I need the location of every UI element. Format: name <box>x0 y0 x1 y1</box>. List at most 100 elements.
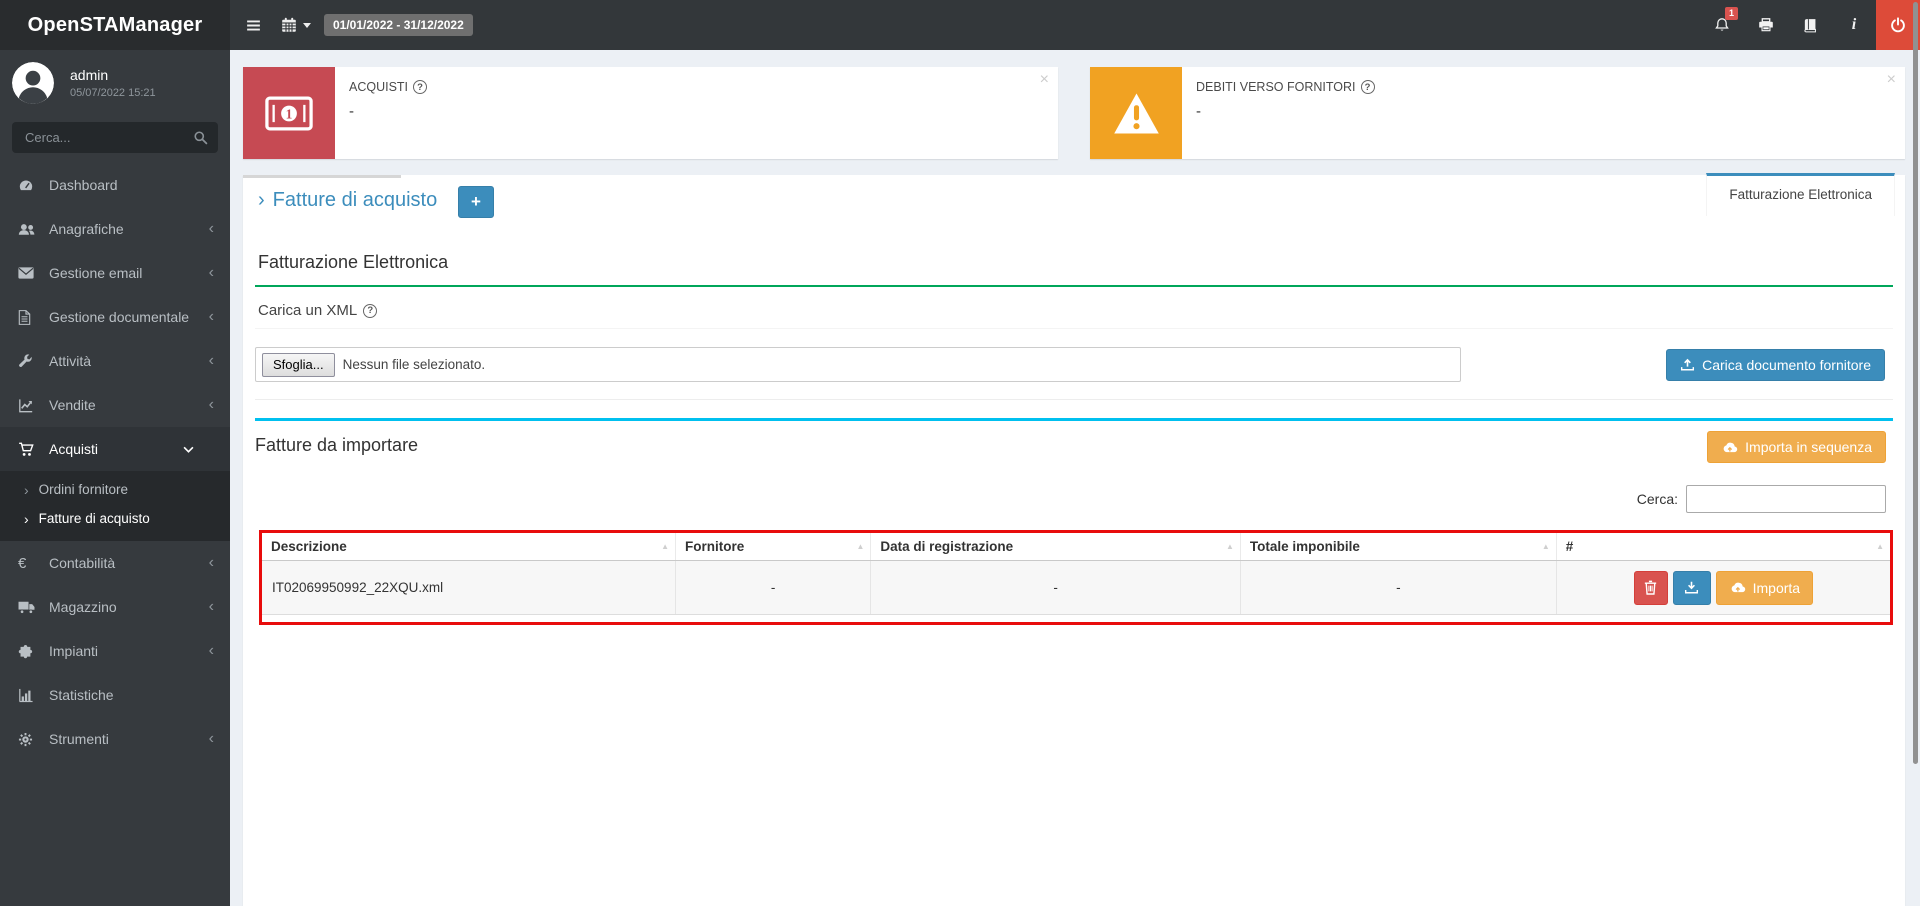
sidebar-item-vendite[interactable]: Vendite ‹ <box>0 383 230 427</box>
upload-button-label: Carica documento fornitore <box>1702 356 1871 373</box>
cell-fornitore: - <box>675 560 872 615</box>
topbar-right: 1 i <box>1700 0 1920 50</box>
caret-down-icon <box>302 20 312 30</box>
warning-icon <box>1090 67 1182 159</box>
notifications-button[interactable]: 1 <box>1700 0 1744 50</box>
upload-supplier-doc-button[interactable]: Carica documento fornitore <box>1666 348 1885 381</box>
close-icon[interactable]: × <box>1887 71 1896 89</box>
sidebar-item-strumenti[interactable]: Strumenti ‹ <box>0 717 230 761</box>
info-box-debiti: DEBITI VERSO FORNITORI ? - × <box>1090 67 1905 159</box>
import-section: Fatture da importare Importa in sequenza… <box>255 418 1893 625</box>
close-icon[interactable]: × <box>1040 71 1049 89</box>
envelope-icon <box>18 267 42 279</box>
table-search-input[interactable] <box>1686 485 1886 513</box>
sidebar-item-magazzino[interactable]: Magazzino ‹ <box>0 585 230 629</box>
calendar-button[interactable] <box>277 0 316 50</box>
trash-icon <box>1644 580 1657 595</box>
chevron-down-icon <box>183 446 207 453</box>
date-range-badge[interactable]: 01/01/2022 - 31/12/2022 <box>324 14 473 36</box>
upload-icon <box>1680 357 1695 372</box>
import-sequence-button[interactable]: Importa in sequenza <box>1707 431 1886 463</box>
invoices-table: Descrizione ▲ Fornitore ▲ Data di registra… <box>262 533 1890 615</box>
topbar: OpenSTAManager 01/01/2022 - 31/12/2022 1… <box>0 0 1920 50</box>
column-header-data-registrazione[interactable]: Data di registrazione ▲ <box>870 533 1241 561</box>
cell-descrizione: IT02069950992_22XQU.xml <box>262 560 676 615</box>
column-header-actions[interactable]: # ▲ <box>1556 533 1890 561</box>
sidebar-item-label: Statistiche <box>49 687 114 703</box>
money-bill-icon: 1 <box>243 67 335 159</box>
truck-icon <box>18 601 42 614</box>
chevron-left-icon: ‹ <box>208 264 214 281</box>
docs-button[interactable] <box>1788 0 1832 50</box>
table-filter: Cerca: <box>255 485 1893 513</box>
highlighted-table: Descrizione ▲ Fornitore ▲ Data di registra… <box>259 530 1893 625</box>
column-header-fornitore[interactable]: Fornitore ▲ <box>675 533 872 561</box>
sidebar-item-label: Contabilità <box>49 555 116 571</box>
help-icon[interactable]: ? <box>1360 80 1375 94</box>
tab-fatturazione-elettronica[interactable]: Fatturazione Elettronica <box>1706 173 1895 216</box>
sidebar-item-attivita[interactable]: Attività ‹ <box>0 339 230 383</box>
sidebar-item-label: Gestione email <box>49 265 143 281</box>
help-icon[interactable]: ? <box>363 303 378 318</box>
page-title-text: Fatture di acquisto <box>272 189 438 211</box>
sort-icon: ▲ <box>1876 542 1884 551</box>
help-icon[interactable]: ? <box>413 80 428 94</box>
search-icon[interactable] <box>193 130 208 145</box>
table-header-row: Descrizione ▲ Fornitore ▲ Data di registra… <box>262 533 1890 561</box>
sidebar-item-acquisti[interactable]: Acquisti <box>0 427 230 471</box>
wrench-icon <box>18 353 42 369</box>
download-button[interactable] <box>1672 570 1711 605</box>
upload-title-text: Carica un XML <box>258 302 358 319</box>
topbar-left: 01/01/2022 - 31/12/2022 <box>230 0 473 50</box>
chevron-left-icon: ‹ <box>208 598 214 615</box>
file-input[interactable]: Sfoglia... Nessun file selezionato. <box>255 347 1461 382</box>
browse-button[interactable]: Sfoglia... <box>262 352 335 377</box>
info-icon: i <box>1851 16 1857 33</box>
submenu-item-ordini-fornitore[interactable]: › Ordini fornitore <box>0 475 230 504</box>
printer-icon <box>1758 17 1774 33</box>
column-header-descrizione[interactable]: Descrizione ▲ <box>262 533 676 561</box>
import-row-button[interactable]: Importa <box>1715 570 1814 605</box>
gauge-icon <box>18 178 42 193</box>
sidebar-item-statistiche[interactable]: Statistiche <box>0 673 230 717</box>
info-box-title: ACQUISTI <box>349 80 409 94</box>
sidebar-nav-lower: € Contabilità ‹ Magazzino ‹ Impianti ‹ S… <box>0 541 230 761</box>
sidebar-item-anagrafiche[interactable]: Anagrafiche ‹ <box>0 207 230 251</box>
sidebar-item-gestione-email[interactable]: Gestione email ‹ <box>0 251 230 295</box>
scrollbar[interactable] <box>1913 2 1918 764</box>
file-icon <box>18 309 42 325</box>
print-button[interactable] <box>1744 0 1788 50</box>
sidebar-item-label: Anagrafiche <box>49 221 124 237</box>
column-header-totale-imponibile[interactable]: Totale imponibile ▲ <box>1240 533 1557 561</box>
submenu-item-fatture-di-acquisto[interactable]: › Fatture di acquisto <box>0 504 230 533</box>
upload-section-title: Carica un XML ? <box>258 302 1893 319</box>
upload-row: Sfoglia... Nessun file selezionato. Cari… <box>255 347 1893 382</box>
sidebar-toggle-button[interactable] <box>230 0 277 50</box>
chevron-left-icon: ‹ <box>208 396 214 413</box>
main-content: 1 ACQUISTI ? - × DEBITI VERSO FORNITORI … <box>230 50 1920 906</box>
calendar-icon <box>281 17 297 33</box>
puzzle-icon <box>18 644 42 659</box>
book-icon <box>1802 18 1818 33</box>
info-box-value: - <box>349 103 354 120</box>
euro-icon: € <box>18 554 27 572</box>
sidebar-item-contabilita[interactable]: € Contabilità ‹ <box>0 541 230 585</box>
breadcrumb-arrow: › <box>258 189 265 211</box>
cell-actions: Importa <box>1556 560 1890 615</box>
sidebar-item-label: Dashboard <box>49 177 118 193</box>
chevron-left-icon: ‹ <box>208 220 214 237</box>
info-boxes-row: 1 ACQUISTI ? - × DEBITI VERSO FORNITORI … <box>243 67 1905 159</box>
download-icon <box>1684 580 1699 595</box>
sidebar: admin 05/07/2022 15:21 Dashboard Anagraf… <box>0 50 230 906</box>
sidebar-item-gestione-documentale[interactable]: Gestione documentale ‹ <box>0 295 230 339</box>
cell-totale-imponibile: - <box>1240 560 1557 615</box>
tab-bar: › Fatture di acquisto + Fatturazione Ele… <box>243 173 1905 226</box>
sidebar-item-dashboard[interactable]: Dashboard <box>0 163 230 207</box>
info-button[interactable]: i <box>1832 0 1876 50</box>
search-input[interactable] <box>12 122 218 153</box>
cart-icon <box>18 442 42 457</box>
add-invoice-button[interactable]: + <box>458 186 494 218</box>
delete-button[interactable] <box>1633 570 1668 605</box>
info-box-title: DEBITI VERSO FORNITORI <box>1196 80 1356 94</box>
sidebar-item-impianti[interactable]: Impianti ‹ <box>0 629 230 673</box>
